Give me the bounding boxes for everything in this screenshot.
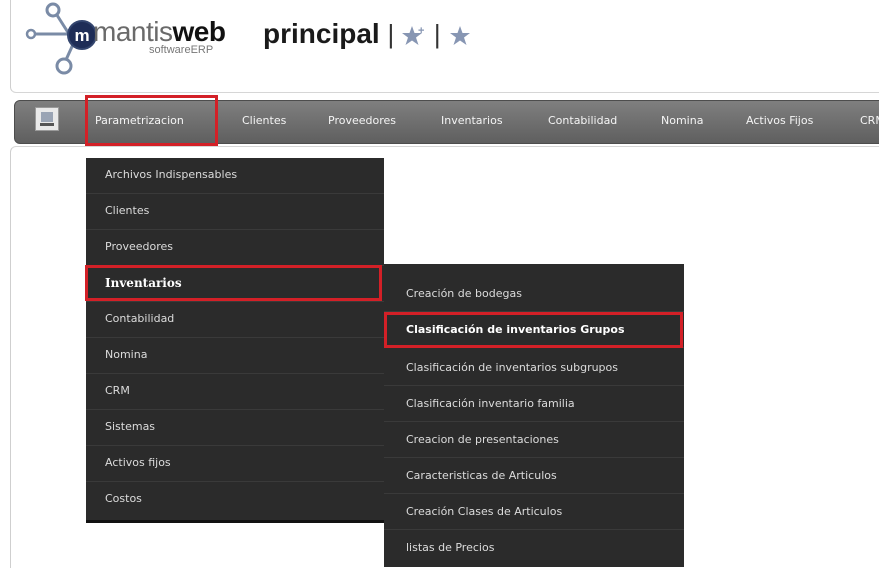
star-plus-icon[interactable]: +	[402, 24, 426, 48]
submenu-item-label: Clasificación de inventarios Grupos	[406, 323, 625, 336]
menu-item-clientes[interactable]: Clientes	[86, 194, 384, 230]
logo-wordmark: mantisweb	[93, 16, 226, 47]
menu-item-label: Costos	[105, 492, 142, 505]
nav-item-nomina[interactable]: Nomina	[661, 114, 703, 127]
inventarios-submenu: Creación de bodegas Clasificación de inv…	[384, 264, 684, 567]
parametrizacion-dropdown: Archivos Indispensables Clientes Proveed…	[86, 158, 384, 523]
menu-item-label: Archivos Indispensables	[105, 168, 238, 181]
submenu-item-label: Caracteristicas de Articulos	[406, 469, 557, 482]
nav-item-crm[interactable]: CRM	[860, 114, 879, 127]
menu-item-sistemas[interactable]: Sistemas	[86, 410, 384, 446]
submenu-item-clasificacion-grupos[interactable]: Clasificación de inventarios Grupos	[384, 312, 684, 348]
submenu-item-label: listas de Precios	[406, 541, 495, 554]
submenu-item-creacion-presentaciones[interactable]: Creacion de presentaciones	[384, 422, 684, 458]
title-separator: |	[387, 19, 395, 49]
title-separator-2: |	[433, 19, 441, 49]
submenu-item-caracteristicas-articulos[interactable]: Caracteristicas de Articulos	[384, 458, 684, 494]
menu-item-costos[interactable]: Costos	[86, 482, 384, 518]
submenu-item-label: Clasificación inventario familia	[406, 397, 575, 410]
submenu-item-clasificacion-subgrupos[interactable]: Clasificación de inventarios subgrupos	[384, 350, 684, 386]
menu-item-activos-fijos[interactable]: Activos fijos	[86, 446, 384, 482]
menu-item-contabilidad[interactable]: Contabilidad	[86, 302, 384, 338]
submenu-item-label: Clasificación de inventarios subgrupos	[406, 361, 619, 374]
menu-item-label: Nomina	[105, 348, 148, 361]
svg-text:+: +	[418, 25, 424, 37]
menu-item-inventarios[interactable]: Inventarios	[86, 266, 384, 302]
submenu-item-creacion-bodegas[interactable]: Creación de bodegas	[384, 276, 684, 312]
submenu-item-label: Creación de bodegas	[406, 287, 522, 300]
logo-word-bold: web	[172, 16, 226, 47]
star-icon[interactable]	[448, 24, 472, 48]
menu-item-nomina[interactable]: Nomina	[86, 338, 384, 374]
submenu-item-label: Creacion de presentaciones	[406, 433, 559, 446]
logo-word-light: mantis	[93, 16, 173, 47]
nav-item-inventarios[interactable]: Inventarios	[441, 114, 503, 127]
home-icon[interactable]	[35, 107, 59, 131]
submenu-item-creacion-clases[interactable]: Creación Clases de Articulos	[384, 494, 684, 530]
submenu-item-clasificacion-familia[interactable]: Clasificación inventario familia	[384, 386, 684, 422]
logo-subtitle: softwareERP	[149, 44, 214, 56]
menu-item-label: Sistemas	[105, 420, 156, 433]
menu-item-label: Proveedores	[105, 240, 173, 253]
menu-item-label: Contabilidad	[105, 312, 175, 325]
nav-item-parametrizacion[interactable]: Parametrizacion	[95, 114, 184, 127]
app-header: m mantisweb softwareERP principal | + |	[10, 0, 879, 93]
menu-item-proveedores[interactable]: Proveedores	[86, 230, 384, 266]
main-nav-bar: Parametrizacion Clientes Proveedores Inv…	[14, 100, 879, 144]
nav-item-proveedores[interactable]: Proveedores	[328, 114, 396, 127]
menu-item-label: Clientes	[105, 204, 150, 217]
nav-item-clientes[interactable]: Clientes	[242, 114, 286, 127]
nav-item-activos-fijos[interactable]: Activos Fijos	[746, 114, 813, 127]
menu-item-crm[interactable]: CRM	[86, 374, 384, 410]
submenu-item-label: Creación Clases de Articulos	[406, 505, 563, 518]
svg-text:m: m	[74, 26, 89, 45]
menu-item-label: Activos fijos	[105, 456, 171, 469]
menu-item-label: Inventarios	[105, 276, 182, 290]
menu-item-label: CRM	[105, 384, 130, 397]
menu-item-archivos-indispensables[interactable]: Archivos Indispensables	[86, 158, 384, 194]
page-title: principal | + |	[263, 20, 472, 48]
nav-item-contabilidad[interactable]: Contabilidad	[548, 114, 617, 127]
submenu-item-listas-precios[interactable]: listas de Precios	[384, 530, 684, 566]
page-title-text: principal	[263, 18, 380, 49]
